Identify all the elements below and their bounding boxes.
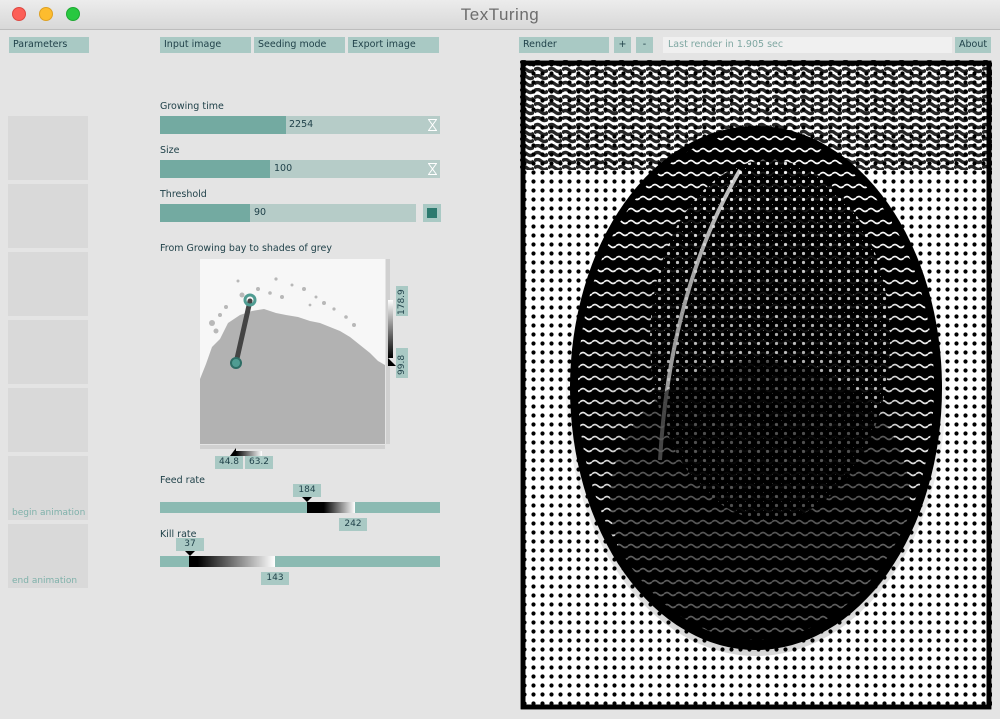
kill-rate-low-pointer: [185, 551, 195, 556]
window-title: TexTuring: [460, 5, 540, 24]
export-image-button[interactable]: Export image: [348, 37, 439, 53]
threshold-label: Threshold: [160, 189, 207, 200]
end-animation-label: end animation: [12, 576, 78, 586]
input-image-button[interactable]: Input image: [160, 37, 251, 53]
grey-map-y-high[interactable]: 178.9: [396, 286, 408, 316]
render-button[interactable]: Render: [519, 37, 609, 53]
feed-rate-low-pointer: [302, 497, 312, 502]
grey-map-x-range-marker[interactable]: [230, 448, 262, 456]
threshold-toggle[interactable]: [423, 204, 441, 222]
seeding-mode-button[interactable]: Seeding mode: [254, 37, 345, 53]
growing-time-value: 2254: [289, 119, 314, 130]
render-preview[interactable]: [520, 60, 992, 710]
feed-rate-label: Feed rate: [160, 475, 205, 486]
render-status: Last render in 1.905 sec: [663, 37, 952, 53]
zoom-out-button[interactable]: -: [636, 37, 653, 53]
threshold-value: 90: [254, 207, 267, 218]
feed-rate-range-slider[interactable]: [160, 502, 440, 513]
hourglass-icon[interactable]: [428, 163, 437, 175]
kill-rate-range-slider[interactable]: [160, 556, 440, 567]
preset-slot-5[interactable]: [8, 388, 88, 452]
grey-map-y-low-text: 99.8: [397, 354, 407, 375]
feed-rate-low-handle[interactable]: 184: [293, 484, 321, 497]
grey-map-y-range-marker[interactable]: [388, 300, 396, 366]
feed-rate-range: [307, 502, 355, 513]
preset-slot-2[interactable]: [8, 184, 88, 248]
grey-map-label: From Growing bay to shades of grey: [160, 243, 332, 254]
grey-map-curve-editor[interactable]: [200, 259, 390, 453]
size-slider[interactable]: 100: [160, 160, 440, 178]
zoom-in-button[interactable]: +: [614, 37, 631, 53]
title-bar: TexTuring: [0, 0, 1000, 30]
size-label: Size: [160, 145, 180, 156]
threshold-slider[interactable]: 90: [160, 204, 416, 222]
grey-map-x-low[interactable]: 44.8: [215, 456, 243, 469]
end-animation-slot[interactable]: end animation: [8, 524, 88, 588]
size-value: 100: [274, 163, 293, 174]
begin-animation-slot[interactable]: begin animation: [8, 456, 88, 520]
preset-slot-3[interactable]: [8, 252, 88, 316]
grey-map-y-high-text: 178.9: [397, 289, 407, 315]
growing-time-label: Growing time: [160, 101, 224, 112]
grey-map-x-high[interactable]: 63.2: [245, 456, 273, 469]
begin-animation-label: begin animation: [12, 508, 86, 518]
kill-rate-high-handle[interactable]: 143: [261, 572, 289, 585]
size-fill: [160, 160, 270, 178]
preset-slot-1[interactable]: [8, 116, 88, 180]
parameters-button[interactable]: Parameters: [9, 37, 89, 53]
growing-time-slider[interactable]: 2254: [160, 116, 440, 134]
threshold-fill: [160, 204, 250, 222]
about-button[interactable]: About: [955, 37, 991, 53]
kill-rate-range: [189, 556, 275, 567]
kill-rate-low-handle[interactable]: 37: [176, 538, 204, 551]
turing-pattern-image: [520, 60, 992, 710]
preset-slot-4[interactable]: [8, 320, 88, 384]
growing-time-fill: [160, 116, 286, 134]
threshold-swatch: [427, 208, 437, 218]
grey-map-y-low[interactable]: 99.8: [396, 348, 408, 378]
feed-rate-high-handle[interactable]: 242: [339, 518, 367, 531]
hourglass-icon[interactable]: [428, 119, 437, 131]
